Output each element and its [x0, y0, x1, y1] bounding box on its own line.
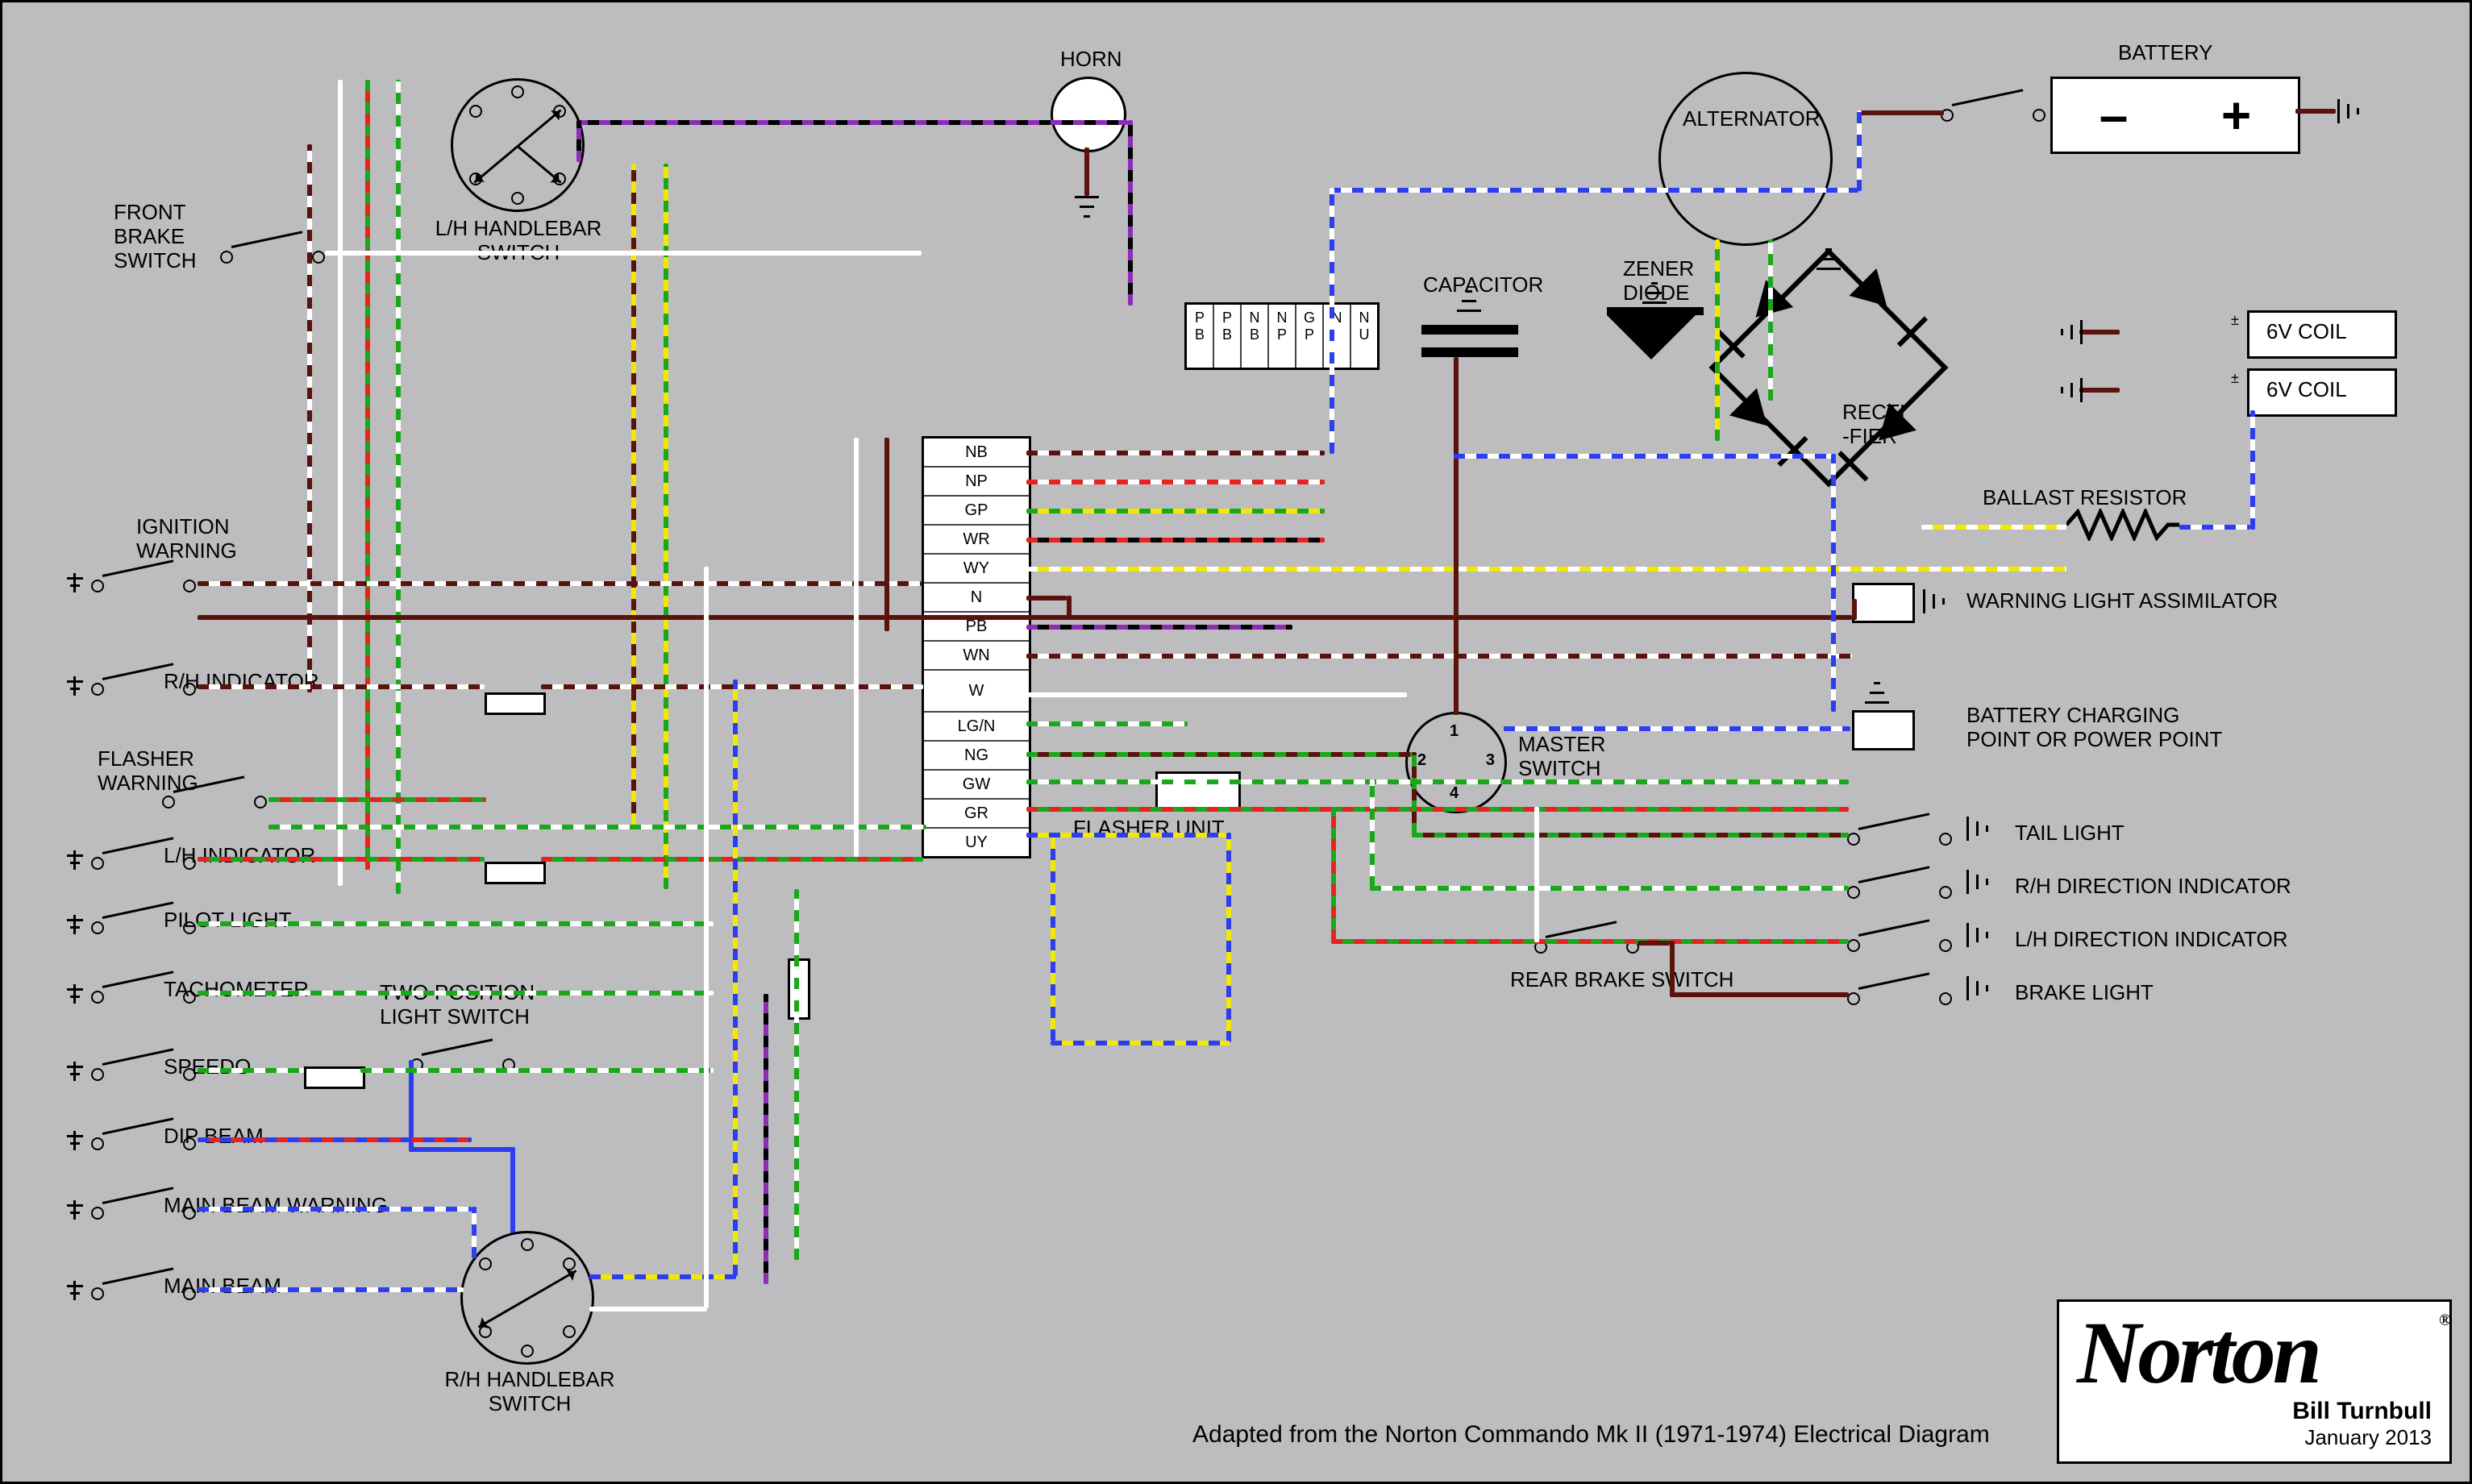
fuse-3	[304, 1066, 365, 1089]
rh-dir-term	[1847, 878, 1952, 899]
charge-point-label: BATTERY CHARGING POINT OR POWER POINT	[1966, 704, 2222, 752]
flasher-unit-box	[1155, 771, 1241, 812]
assimilator-label: WARNING LIGHT ASSIMILATOR	[1966, 589, 2278, 613]
battery-neg: –	[2100, 85, 2129, 145]
lh-dir-label: L/H DIRECTION INDICATOR	[2015, 928, 2288, 952]
rear-brake-label: REAR BRAKE SWITCH	[1510, 968, 1733, 992]
master-switch-icon: 1 2 3 4	[1405, 712, 1507, 813]
main-beam-warn-label: MAIN BEAM WARNING	[164, 1194, 388, 1218]
date: January 2013	[2077, 1425, 2432, 1450]
two-pos-label: TWO POSITION LIGHT SWITCH	[380, 981, 535, 1029]
ground-icon	[1075, 196, 1099, 223]
alternator-icon	[1658, 72, 1833, 246]
fuse-4	[788, 958, 810, 1020]
horn-icon	[1051, 77, 1126, 152]
tachometer-label: TACHOMETER	[164, 978, 309, 1002]
lh-handlebar-label: L/H HANDLEBAR SWITCH	[406, 217, 631, 265]
alternator-label: ALTERNATOR	[1683, 107, 1820, 131]
battery-switch	[1941, 101, 2045, 122]
tail-light-term	[1847, 825, 1952, 846]
battery-icon: – +	[2050, 77, 2300, 154]
ballast-label: BALLAST RESISTOR	[1983, 486, 2187, 510]
charge-point-box	[1852, 710, 1915, 750]
rh-indicator-label: R/H INDICATOR	[164, 670, 319, 694]
assimilator-box	[1852, 583, 1915, 623]
brake-light-term	[1847, 984, 1952, 1005]
rectifier-icon	[1709, 248, 1949, 488]
norton-logo: Norton®	[2077, 1313, 2432, 1393]
ballast-resistor-icon	[2066, 509, 2179, 541]
speedo-label: SPEEDO	[164, 1055, 251, 1079]
main-connector: NB NP GP WR WY N PB WN W LG/N NG GW GR U…	[922, 436, 1031, 858]
brake-light-label: BRAKE LIGHT	[2015, 981, 2154, 1005]
coil-2-label: 6V COIL	[2266, 378, 2347, 402]
horn-label: HORN	[1060, 48, 1122, 72]
rh-handlebar-label: R/H HANDLEBAR SWITCH	[425, 1368, 635, 1416]
author: Bill Turnbull	[2077, 1398, 2432, 1425]
lh-indicator-label: L/H INDICATOR	[164, 844, 315, 868]
main-beam-label: MAIN BEAM	[164, 1274, 281, 1299]
battery-label: BATTERY	[2118, 41, 2213, 65]
fuse-1	[485, 692, 546, 715]
rh-handlebar-switch	[460, 1231, 594, 1365]
ignition-warning-term	[91, 572, 196, 592]
lh-handlebar-switch	[451, 78, 585, 212]
flasher-warning-term	[162, 788, 267, 809]
pilot-light-label: PILOT LIGHT	[164, 908, 291, 933]
horn-connector: P B P B N B N P G P N N U	[1184, 302, 1380, 370]
capacitor-label: CAPACITOR	[1423, 273, 1543, 297]
master-label: MASTER SWITCH	[1518, 733, 1605, 781]
wiring-diagram: L/H HANDLEBAR SWITCH HORN ALTERNATOR BAT…	[0, 0, 2472, 1484]
rh-dir-label: R/H DIRECTION INDICATOR	[2015, 875, 2291, 899]
lh-dir-term	[1847, 931, 1952, 952]
tail-light-label: TAIL LIGHT	[2015, 821, 2125, 846]
attribution-box: Norton® Bill Turnbull January 2013	[2057, 1299, 2452, 1464]
ignition-warning-label: IGNITION WARNING	[136, 515, 237, 563]
caption: Adapted from the Norton Commando Mk II (…	[1192, 1421, 1990, 1449]
dip-beam-label: DIP BEAM	[164, 1124, 264, 1149]
coil-1-label: 6V COIL	[2266, 320, 2347, 344]
battery-pos: +	[2221, 85, 2251, 145]
fuse-2	[485, 862, 546, 884]
front-brake-switch-label: FRONT BRAKE SWITCH	[114, 201, 197, 273]
